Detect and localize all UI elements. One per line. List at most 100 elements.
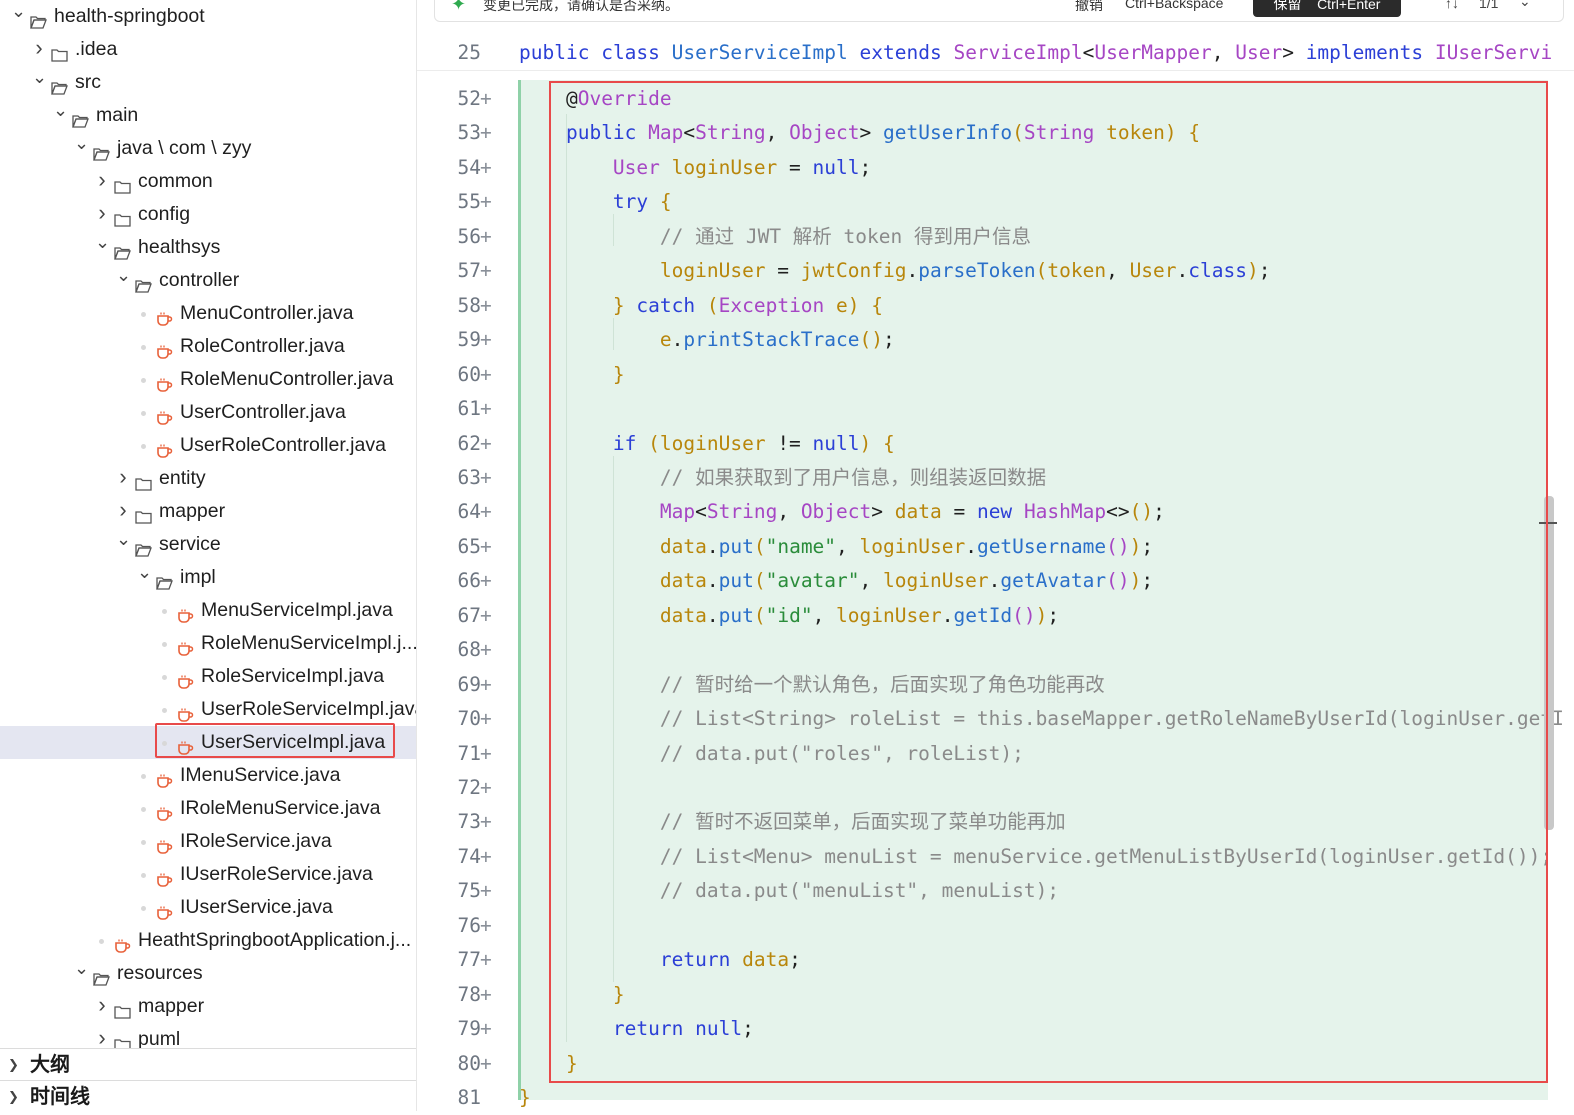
tree-file[interactable]: UserRoleController.java [0, 429, 416, 462]
tree-file[interactable]: RoleServiceImpl.java [0, 660, 416, 693]
tree-file[interactable]: IMenuService.java [0, 759, 416, 792]
tree-item-label: .idea [75, 38, 118, 60]
code-line[interactable]: 60 + } [417, 358, 1574, 392]
tree-folder[interactable]: › mapper [0, 990, 416, 1023]
code-line[interactable]: 69 + // 暂时给一个默认角色，后面实现了角色功能再改 [417, 668, 1574, 702]
chevron-down-icon[interactable]: ⌄ [53, 94, 68, 127]
chevron-down-icon[interactable]: ⌄ [137, 556, 152, 589]
tree-file[interactable]: IUserRoleService.java [0, 858, 416, 891]
code-text: public class UserServiceImpl extends Ser… [519, 41, 1553, 64]
tree-file[interactable]: IRoleService.java [0, 825, 416, 858]
diff-added-marker: + [480, 293, 492, 317]
code-line[interactable]: 81} [417, 1081, 1574, 1115]
code-editor[interactable]: 52 + @Override 53 + public Map<String, Obje… [417, 34, 1574, 1111]
code-line[interactable]: 62 + if (loginUser != null) { [417, 427, 1574, 461]
tree-file[interactable]: HeathtSpringbootApplication.j... [0, 924, 416, 957]
chevron-down-icon[interactable]: ⌄ [11, 0, 26, 28]
code-text: e.printStackTrace(); [659, 328, 895, 352]
code-line[interactable]: 70 + // List<String> roleList = this.base… [417, 702, 1574, 736]
code-line[interactable]: 78 + } [417, 978, 1574, 1012]
tree-folder[interactable]: › common [0, 165, 416, 198]
code-line[interactable]: 66 + data.put("avatar", loginUser.getAvat… [417, 564, 1574, 598]
chevron-right-icon[interactable]: › [95, 196, 109, 229]
chevron-down-icon[interactable]: ⌄ [32, 61, 47, 94]
tree-file[interactable]: RoleMenuController.java [0, 363, 416, 396]
tree-folder[interactable]: ⌄ java \ com \ zyy [0, 132, 416, 165]
chevron-down-icon[interactable]: ⌄ [95, 226, 110, 259]
tree-folder[interactable]: ⌄ resources [0, 957, 416, 990]
code-line[interactable]: 65 + data.put("name", loginUser.getUserna… [417, 530, 1574, 564]
code-line[interactable]: 71 + // data.put("roles", roleList); [417, 737, 1574, 771]
chevron-right-icon[interactable]: › [32, 31, 46, 64]
tree-file[interactable]: UserRoleServiceImpl.java [0, 693, 416, 726]
code-line[interactable]: 57 + loginUser = jwtConfig.parseToken(tok… [417, 254, 1574, 288]
code-line[interactable]: 72 + [417, 771, 1574, 805]
code-line[interactable]: 64 + Map<String, Object> data = new HashM… [417, 495, 1574, 529]
code-text: loginUser = jwtConfig.parseToken(token, … [659, 259, 1271, 283]
code-line[interactable]: 80 + } [417, 1047, 1574, 1081]
line-number: 81 [457, 1086, 481, 1110]
tree-file[interactable]: MenuController.java [0, 297, 416, 330]
tree-file[interactable]: UserServiceImpl.java [0, 726, 416, 759]
code-line[interactable]: 77 + return data; [417, 943, 1574, 977]
chevron-down-icon[interactable]: ⌄ [74, 952, 89, 985]
chevron-down-icon[interactable]: ⌄ [1519, 0, 1531, 10]
chevron-right-icon[interactable]: › [116, 493, 130, 526]
vertical-scrollbar[interactable] [1544, 496, 1554, 830]
undo-button[interactable]: 撤销 [1075, 0, 1103, 15]
timeline-section-header[interactable]: ❯ 时间线 [0, 1080, 416, 1111]
code-line[interactable]: 73 + // 暂时不返回菜单，后面实现了菜单功能再加 [417, 805, 1574, 839]
code-line[interactable]: 52 + @Override [417, 82, 1574, 116]
code-line[interactable]: 54 + User loginUser = null; [417, 151, 1574, 185]
folder-icon [114, 1031, 131, 1052]
chevron-right-icon[interactable]: › [95, 988, 109, 1021]
outline-section-header[interactable]: ❯ 大纲 [0, 1048, 416, 1081]
chevron-down-icon[interactable]: ⌄ [116, 259, 131, 292]
tree-folder[interactable]: › .idea [0, 33, 416, 66]
code-line[interactable]: 55 + try { [417, 185, 1574, 219]
code-line[interactable]: 61 + [417, 392, 1574, 426]
code-line[interactable]: 25 public class UserServiceImpl extends S… [417, 36, 1574, 70]
tree-folder[interactable]: ⌄ service [0, 528, 416, 561]
code-line[interactable]: 74 + // List<Menu> menuList = menuService… [417, 840, 1574, 874]
code-line[interactable]: 58 + } catch (Exception e) { [417, 289, 1574, 323]
tree-folder[interactable]: › entity [0, 462, 416, 495]
tree-file[interactable]: MenuServiceImpl.java [0, 594, 416, 627]
tree-file[interactable]: UserController.java [0, 396, 416, 429]
sticky-scroll-header[interactable]: 25 public class UserServiceImpl extends S… [417, 34, 1574, 71]
code-line[interactable]: 59 + e.printStackTrace(); [417, 323, 1574, 357]
code-line[interactable]: 53 + public Map<String, Object> getUserIn… [417, 116, 1574, 150]
code-text: @Override [565, 87, 672, 110]
line-number: 25 [457, 41, 481, 64]
tree-folder[interactable]: › config [0, 198, 416, 231]
tree-folder[interactable]: ⌄ main [0, 99, 416, 132]
tree-bullet [162, 675, 167, 680]
tree-file[interactable]: RoleController.java [0, 330, 416, 363]
chevron-down-icon[interactable]: ⌄ [74, 127, 89, 160]
tree-folder[interactable]: ⌄ controller [0, 264, 416, 297]
change-nav-arrows[interactable]: ↑↓ [1445, 0, 1459, 11]
change-count: 1/1 [1479, 0, 1499, 11]
chevron-down-icon[interactable]: ⌄ [116, 523, 131, 556]
tree-file[interactable]: RoleMenuServiceImpl.j... [0, 627, 416, 660]
code-line[interactable]: 56 + // 通过 JWT 解析 token 得到用户信息 [417, 220, 1574, 254]
keep-button[interactable]: 保留 Ctrl+Enter [1253, 0, 1401, 17]
code-line[interactable]: 67 + data.put("id", loginUser.getId()); [417, 599, 1574, 633]
chevron-right-icon[interactable]: › [95, 163, 109, 196]
code-line[interactable]: 63 + // 如果获取到了用户信息，则组装返回数据 [417, 461, 1574, 495]
tree-folder[interactable]: ⌄ healthsys [0, 231, 416, 264]
line-number: 67 [457, 603, 481, 627]
tree-file[interactable]: IRoleMenuService.java [0, 792, 416, 825]
folder-icon [93, 965, 110, 986]
tree-folder[interactable]: › mapper [0, 495, 416, 528]
chevron-right-icon[interactable]: › [116, 460, 130, 493]
code-line[interactable]: 79 + return null; [417, 1012, 1574, 1046]
tree-folder[interactable]: ⌄ health-springboot [0, 0, 416, 33]
code-line[interactable]: 76 + [417, 909, 1574, 943]
code-line[interactable]: 68 + [417, 633, 1574, 667]
code-line[interactable]: 75 + // data.put("menuList", menuList); [417, 874, 1574, 908]
diff-added-marker: + [480, 362, 492, 386]
line-number: 74 [457, 844, 481, 868]
tree-file[interactable]: IUserService.java [0, 891, 416, 924]
tree-folder[interactable]: ⌄ impl [0, 561, 416, 594]
